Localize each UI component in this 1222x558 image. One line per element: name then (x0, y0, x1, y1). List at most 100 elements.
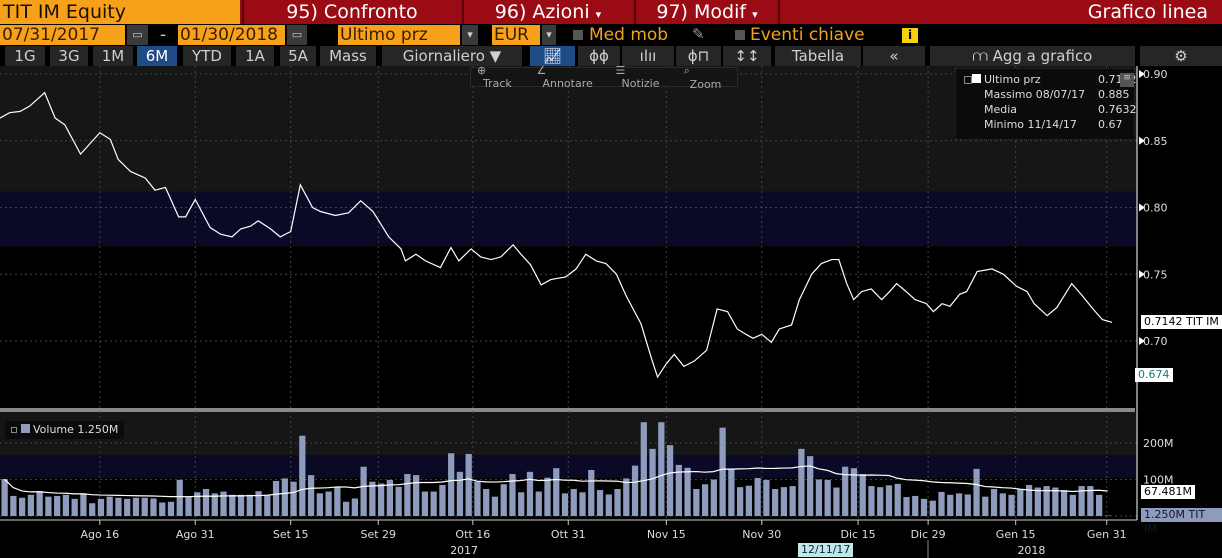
volume-bar (491, 496, 499, 516)
legend-min-label: Minimo 11/14/17 (984, 118, 1077, 131)
volume-bar (710, 479, 717, 516)
volume-bar (938, 491, 945, 516)
volume-bar (307, 475, 315, 516)
legend-last: Ultimo prz 0.7142 (972, 73, 1137, 87)
last-volume-tag: 1.250M TIT IM (1141, 508, 1222, 535)
volume-bar (395, 486, 402, 516)
volume-bar (955, 493, 963, 516)
volume-bar (518, 492, 525, 516)
volume-bar (526, 471, 534, 516)
volume-bar (824, 479, 831, 516)
volume-bar (982, 496, 989, 516)
legend-max-label: Massimo 08/07/17 (984, 88, 1086, 101)
volume-bar (430, 491, 437, 516)
volume-bar (456, 471, 464, 516)
volume-bar (439, 484, 446, 516)
volume-bar (1069, 494, 1076, 516)
volume-bar (780, 487, 788, 516)
volume-bar (903, 497, 910, 516)
legend-avg: Media 0.7632 (984, 103, 1137, 117)
low-marker-tag: 0.674 (1135, 368, 1173, 382)
volume-bar (1017, 489, 1024, 516)
volume-bar (237, 494, 245, 516)
volume-bar (141, 497, 148, 516)
price-tick-label: 0.75 (1143, 268, 1168, 281)
volume-bar (544, 477, 551, 516)
volume-bar (596, 490, 604, 516)
volume-bar (920, 498, 928, 516)
collapse-icon[interactable] (964, 76, 972, 84)
volume-bar (185, 496, 192, 516)
volume-bar (19, 497, 26, 516)
volume-bar (868, 486, 875, 516)
volume-bar (894, 483, 901, 516)
volume-bar (1008, 494, 1015, 516)
volume-bar (535, 491, 542, 516)
legend-max: Massimo 08/07/17 0.885 (984, 88, 1132, 102)
volume-bar (772, 488, 779, 516)
time-tick-label: Gen 31 (1087, 528, 1127, 541)
scroll-icon[interactable]: ≡ (1120, 73, 1134, 87)
price-legend: Ultimo prz 0.7142 Massimo 08/07/17 0.885 M… (955, 68, 1137, 140)
volume-bar (80, 493, 87, 516)
annotate-tool[interactable]: ∠ Annotare (530, 64, 609, 90)
volume-bar (54, 495, 61, 516)
news-tool[interactable]: ☰ Notizie (610, 64, 678, 90)
volume-bar (1095, 494, 1103, 516)
volume-bar (404, 474, 411, 516)
volume-bar (89, 503, 96, 516)
volume-bar (701, 484, 709, 516)
time-tick-label: Gen 15 (996, 528, 1036, 541)
price-tick-label: 0.90 (1143, 68, 1168, 81)
volume-bar (483, 488, 490, 516)
price-tick-label: 0.70 (1143, 335, 1168, 348)
volume-bar (579, 492, 586, 516)
volume-bar (246, 494, 253, 516)
collapse-icon[interactable] (11, 427, 17, 433)
year-label: 2017 (450, 544, 478, 557)
volume-bar (964, 494, 971, 516)
volume-bar (1, 479, 8, 516)
volume-bar (649, 448, 656, 516)
volume-bar (413, 475, 420, 516)
zoom-tool[interactable]: ⌕ Zoom (678, 64, 737, 91)
volume-bar (973, 468, 980, 516)
panel-divider (0, 408, 1135, 412)
annotate-label: Annotare (542, 77, 593, 90)
volume-bar (999, 493, 1006, 516)
legend-max-value: 0.885 (1098, 88, 1130, 101)
volume-bar (605, 494, 612, 516)
volume-bar (684, 467, 691, 516)
volume-bar (553, 468, 560, 516)
volume-bar (666, 445, 674, 516)
volume-bar (351, 498, 358, 516)
volume-bar (929, 500, 936, 516)
time-tick-label: Dic 15 (841, 528, 876, 541)
volume-bar (570, 488, 577, 516)
legend-avg-label: Media (984, 103, 1018, 116)
price-tick-label: 0.80 (1143, 202, 1168, 215)
volume-bar (325, 491, 332, 516)
time-tick-label: Set 15 (273, 528, 309, 541)
volume-bar (27, 494, 35, 516)
volume-bar (728, 469, 735, 516)
volume-bar (264, 494, 271, 516)
volume-bar (500, 484, 507, 516)
volume-bar (623, 478, 630, 516)
volume-bar (290, 481, 297, 516)
volume-bar (465, 453, 472, 516)
volume-bar (736, 487, 744, 516)
volume-bar (124, 498, 131, 516)
track-label: Track (483, 77, 512, 90)
volume-bar (369, 481, 376, 516)
volume-bar (281, 478, 288, 516)
volume-bar (45, 496, 52, 516)
volume-bar (448, 453, 455, 516)
time-tick-label: Nov 15 (647, 528, 686, 541)
ma-volume-tag: 67.481M (1141, 485, 1195, 499)
volume-bar (115, 497, 122, 516)
volume-bar (990, 488, 998, 516)
track-tool[interactable]: ⊕ Track (471, 64, 530, 90)
volume-bar (106, 496, 113, 516)
volume-bar (877, 487, 884, 516)
